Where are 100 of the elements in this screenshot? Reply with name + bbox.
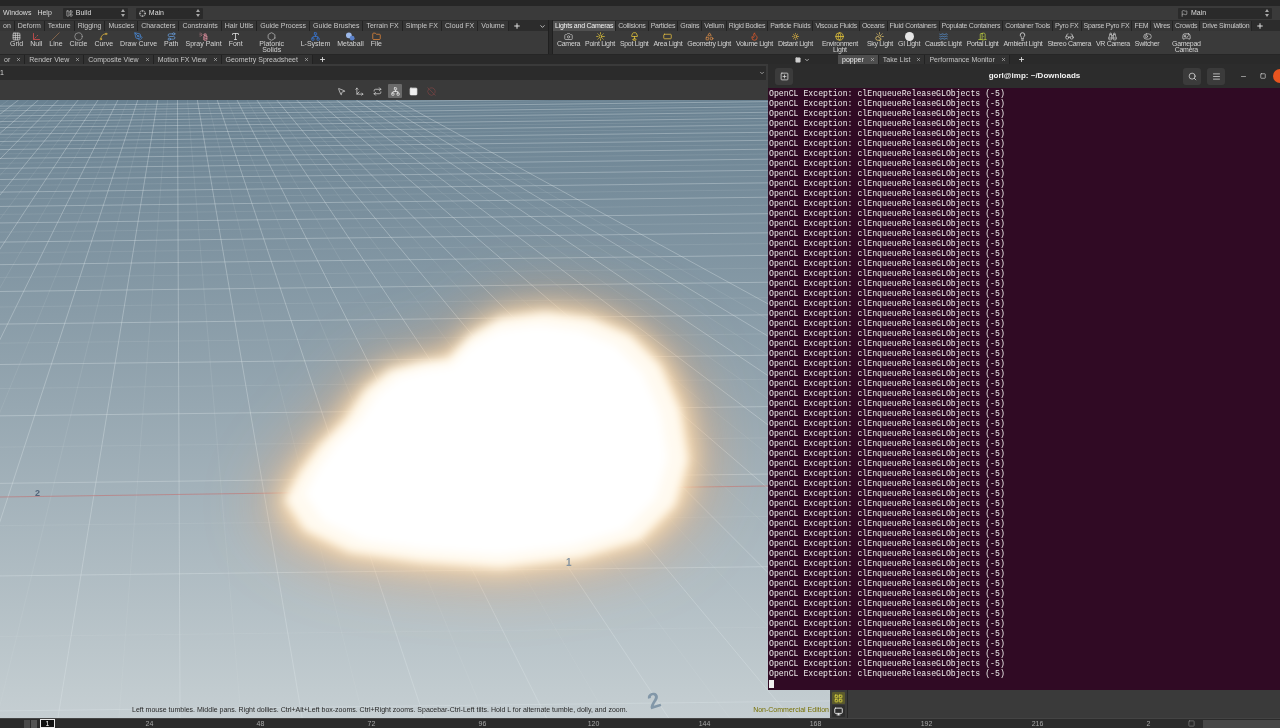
dropdown-caret-icon[interactable]	[539, 22, 546, 30]
terminal-line: OpenCL Exception: clEnqueueReleaseGLObjects (-5)	[769, 149, 1005, 159]
terminal-line: OpenCL Exception: clEnqueueReleaseGLObjects (-5)	[769, 259, 1005, 269]
close-icon[interactable]	[212, 57, 218, 62]
search-button[interactable]	[1183, 67, 1201, 85]
cloud-sun-icon	[875, 31, 885, 41]
gamepad-icon	[1181, 31, 1191, 41]
globe-icon	[835, 31, 845, 41]
maximize-icon	[1259, 73, 1266, 79]
timeline-field[interactable]	[1203, 719, 1280, 728]
close-icon[interactable]	[1272, 69, 1280, 83]
terminal-line: OpenCL Exception: clEnqueueReleaseGLObjects (-5)	[769, 499, 1005, 509]
dropdown-caret-icon	[759, 70, 765, 76]
terminal-line: OpenCL Exception: clEnqueueReleaseGLObjects (-5)	[769, 139, 1005, 149]
terminal-line: OpenCL Exception: clEnqueueReleaseGLObjects (-5)	[769, 219, 1005, 229]
terminal-line: OpenCL Exception: clEnqueueReleaseGLObjects (-5)	[769, 609, 1005, 619]
toggle-icon	[1142, 31, 1152, 41]
shapes-icon	[704, 31, 714, 41]
dropdown-caret-icon[interactable]	[804, 56, 810, 63]
close-icon[interactable]	[16, 57, 22, 62]
terminal-line: OpenCL Exception: clEnqueueReleaseGLObjects (-5)	[769, 159, 1005, 169]
menu-icon	[1211, 71, 1221, 81]
line-icon	[51, 31, 61, 41]
letter-icon	[231, 31, 241, 41]
terminal-line: OpenCL Exception: clEnqueueReleaseGLObjects (-5)	[769, 599, 1005, 609]
view-tool-button[interactable]	[406, 84, 420, 98]
terminal-line: OpenCL Exception: clEnqueueReleaseGLObjects (-5)	[769, 129, 1005, 139]
new-tab-button[interactable]	[775, 67, 793, 85]
terminal-line: OpenCL Exception: clEnqueueReleaseGLObjects (-5)	[769, 99, 1005, 109]
circle-slash-icon	[426, 86, 436, 96]
close-icon[interactable]	[303, 57, 309, 62]
side-tool-button[interactable]	[832, 692, 845, 704]
terminal-line: OpenCL Exception: clEnqueueReleaseGLObjects (-5)	[769, 629, 1005, 639]
terminal-line: OpenCL Exception: clEnqueueReleaseGLObjects (-5)	[769, 169, 1005, 179]
side-tool-button[interactable]	[832, 705, 845, 717]
monitor-icon	[834, 706, 843, 716]
terminal-line: OpenCL Exception: clEnqueueReleaseGLObjects (-5)	[769, 119, 1005, 129]
terminal-line: OpenCL Exception: clEnqueueReleaseGLObjects (-5)	[769, 659, 1005, 669]
terminal-line: OpenCL Exception: clEnqueueReleaseGLObjects (-5)	[769, 619, 1005, 629]
terminal-line: OpenCL Exception: clEnqueueReleaseGLObjects (-5)	[769, 469, 1005, 479]
terminal-line: OpenCL Exception: clEnqueueReleaseGLObjects (-5)	[769, 389, 1005, 399]
layout-icon	[65, 9, 73, 17]
square-plus-icon	[779, 71, 789, 81]
plus-icon	[318, 56, 326, 63]
terminal-title: gorl@imp: ~/Downloads	[988, 70, 1081, 82]
add-tab-button[interactable]	[512, 20, 521, 31]
terminal-line: OpenCL Exception: clEnqueueReleaseGLObjects (-5)	[769, 669, 1005, 679]
search-icon	[1187, 71, 1197, 81]
binoculars-icon	[1108, 31, 1118, 41]
add-tab-button[interactable]	[1256, 20, 1265, 31]
up-down-arrows-icon	[1265, 9, 1269, 17]
close-icon[interactable]	[144, 57, 150, 62]
sphere-icon	[904, 31, 914, 41]
door-icon	[978, 31, 988, 41]
glasses-icon	[1064, 31, 1074, 41]
grid-label: 2	[644, 690, 664, 714]
terminal-line: OpenCL Exception: clEnqueueReleaseGLObjects (-5)	[769, 229, 1005, 239]
terminal-line: OpenCL Exception: clEnqueueReleaseGLObjects (-5)	[769, 399, 1005, 409]
lightbulb-icon	[1018, 31, 1028, 41]
terminal-line: OpenCL Exception: clEnqueueReleaseGLObjects (-5)	[769, 519, 1005, 529]
path-icon	[166, 31, 176, 41]
terminal-line: OpenCL Exception: clEnqueueReleaseGLObjects (-5)	[769, 299, 1005, 309]
pointer-icon	[336, 86, 346, 96]
grid-icon	[12, 31, 22, 41]
add-tab-button[interactable]	[1017, 56, 1025, 63]
close-icon[interactable]	[1000, 57, 1006, 62]
terminal-line: OpenCL Exception: clEnqueueReleaseGLObjects (-5)	[769, 449, 1005, 459]
terminal-line: OpenCL Exception: clEnqueueReleaseGLObjects (-5)	[769, 319, 1005, 329]
nodes-icon	[390, 86, 400, 96]
circle-icon	[73, 31, 83, 41]
bubbles-icon	[345, 31, 355, 41]
flag-icon	[1181, 9, 1188, 17]
close-icon[interactable]	[869, 57, 875, 62]
move-axes-icon	[354, 86, 364, 96]
terminal-line: OpenCL Exception: clEnqueueReleaseGLObjects (-5)	[769, 339, 1005, 349]
terminal-line: OpenCL Exception: clEnqueueReleaseGLObjects (-5)	[769, 239, 1005, 249]
terminal-line: OpenCL Exception: clEnqueueReleaseGLObjects (-5)	[769, 409, 1005, 419]
menu-button[interactable]	[1207, 67, 1225, 85]
terminal-line: OpenCL Exception: clEnqueueReleaseGLObjects (-5)	[769, 379, 1005, 389]
terminal-line: OpenCL Exception: clEnqueueReleaseGLObjects (-5)	[769, 199, 1005, 209]
terminal-line: OpenCL Exception: clEnqueueReleaseGLObjects (-5)	[769, 419, 1005, 429]
waves-icon	[938, 31, 948, 41]
terminal-line: OpenCL Exception: clEnqueueReleaseGLObjects (-5)	[769, 559, 1005, 569]
terminal-line: OpenCL Exception: clEnqueueReleaseGLObjects (-5)	[769, 649, 1005, 659]
terminal-line: OpenCL Exception: clEnqueueReleaseGLObjects (-5)	[769, 489, 1005, 499]
terminal-line: OpenCL Exception: clEnqueueReleaseGLObjects (-5)	[769, 249, 1005, 259]
terminal-line: OpenCL Exception: clEnqueueReleaseGLObjects (-5)	[769, 109, 1005, 119]
plus-icon	[1017, 56, 1025, 63]
flame-icon	[749, 31, 759, 41]
add-tab-button[interactable]	[318, 56, 326, 63]
hexagon-icon	[267, 31, 277, 41]
up-down-arrows-icon	[195, 9, 200, 17]
terminal-line: OpenCL Exception: clEnqueueReleaseGLObjects (-5)	[769, 479, 1005, 489]
curve-icon	[99, 31, 109, 41]
maximize-button[interactable]	[1258, 71, 1267, 81]
terminal-line: OpenCL Exception: clEnqueueReleaseGLObjects (-5)	[769, 189, 1005, 199]
terminal-line: OpenCL Exception: clEnqueueReleaseGLObjects (-5)	[769, 279, 1005, 289]
terminal-line: OpenCL Exception: clEnqueueReleaseGLObjects (-5)	[769, 349, 1005, 359]
close-icon[interactable]	[75, 57, 81, 62]
close-icon[interactable]	[916, 57, 922, 62]
